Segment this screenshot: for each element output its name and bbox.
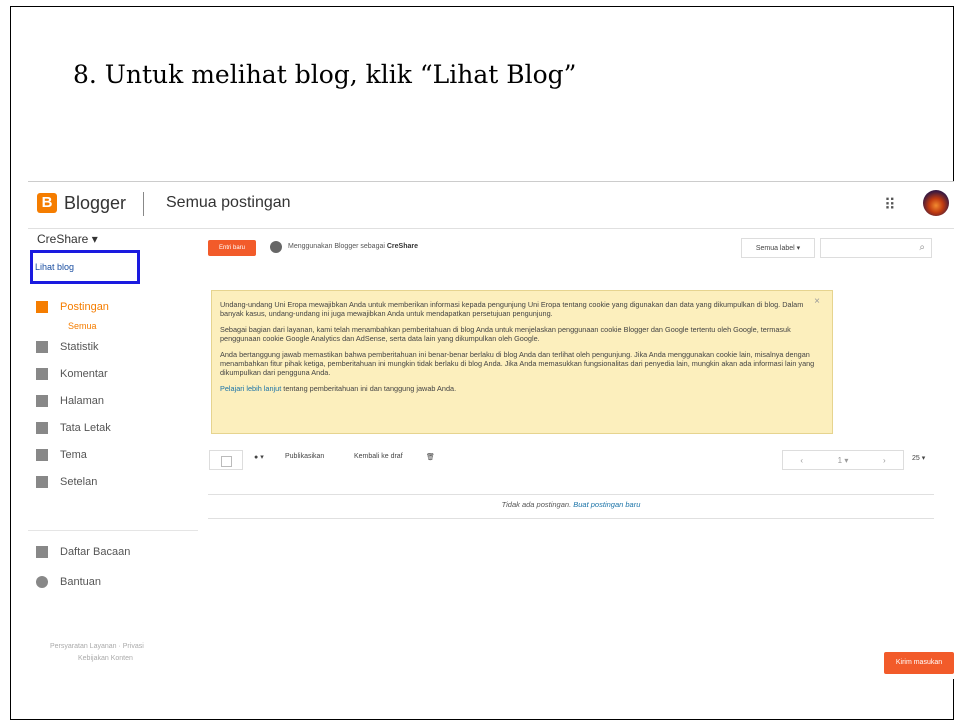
blogger-screenshot: B Blogger Semua postingan ⠿ CreShare ▾ L…	[28, 181, 954, 679]
footer-content-policy[interactable]: Kebijakan Konten	[50, 653, 144, 665]
avatar[interactable]	[923, 190, 949, 216]
sidebar: CreShare ▾ Lihat blog Postingan Semua St…	[28, 228, 198, 679]
cookie-notice: × Undang-undang Uni Eropa mewajibkan And…	[211, 290, 833, 434]
post-toolbar: ● ▾ Publikasikan Kembali ke draf 🗑 ‹ 1 ▾…	[208, 449, 934, 475]
send-feedback-button[interactable]: Kirim masukan	[884, 652, 954, 674]
slide-frame: 8. Untuk melihat blog, klik “Lihat Blog”…	[10, 6, 954, 720]
using-as-text: Menggunakan Blogger sebagai CreShare	[288, 243, 418, 250]
revert-to-draft-button[interactable]: Kembali ke draf	[354, 453, 403, 460]
footer-links: Persyaratan Layanan · Privasi Kebijakan …	[50, 641, 144, 665]
publish-button[interactable]: Publikasikan	[285, 453, 324, 460]
sidebar-item-pages[interactable]: Halaman	[36, 395, 104, 407]
label-filter-dropdown[interactable]: Semua label ▾	[741, 238, 815, 258]
learn-more-link[interactable]: Pelajari lebih lanjut	[220, 384, 281, 393]
empty-state: Tidak ada postingan. Buat postingan baru	[501, 500, 641, 509]
highlight-box	[30, 250, 140, 284]
sidebar-item-stats[interactable]: Statistik	[36, 341, 99, 353]
notice-paragraph-4: Pelajari lebih lanjut tentang pemberitah…	[220, 384, 457, 393]
sidebar-item-theme[interactable]: Tema	[36, 449, 87, 461]
posts-icon	[36, 301, 48, 313]
divider	[208, 494, 934, 495]
comments-icon	[36, 368, 48, 380]
page-selector[interactable]: 1 ▾	[838, 456, 849, 465]
sidebar-item-settings[interactable]: Setelan	[36, 476, 97, 488]
new-post-button[interactable]: Entri baru	[208, 240, 256, 256]
sidebar-item-comments[interactable]: Komentar	[36, 368, 108, 380]
divider	[208, 518, 934, 519]
pagination: ‹ 1 ▾ ›	[782, 450, 904, 470]
page-title: Semua postingan	[166, 194, 291, 211]
per-page-dropdown[interactable]: 25 ▾	[912, 454, 925, 462]
trash-icon[interactable]: 🗑	[426, 453, 435, 461]
pages-icon	[36, 395, 48, 407]
sidebar-item-posts[interactable]: Postingan	[36, 301, 109, 313]
user-avatar	[270, 241, 282, 253]
next-page-button[interactable]: ›	[883, 456, 886, 465]
sidebar-subitem-all[interactable]: Semua	[68, 321, 97, 331]
help-icon	[36, 576, 48, 588]
close-icon[interactable]: ×	[814, 297, 820, 307]
apps-grid-icon[interactable]: ⠿	[884, 195, 896, 215]
main-content: Entri baru Menggunakan Blogger sebagai C…	[208, 228, 954, 679]
sidebar-item-reading-list[interactable]: Daftar Bacaan	[36, 546, 130, 558]
search-input[interactable]: ⌕	[820, 238, 932, 258]
notice-paragraph-3: Anda bertanggung jawab memastikan bahwa …	[220, 350, 815, 377]
select-all-checkbox[interactable]	[209, 450, 243, 470]
search-icon: ⌕	[919, 242, 925, 253]
create-post-link[interactable]: Buat postingan baru	[573, 500, 640, 509]
top-bar: B Blogger Semua postingan ⠿	[28, 182, 954, 229]
notice-paragraph-1: Undang-undang Uni Eropa mewajibkan Anda …	[220, 300, 804, 318]
brand-name[interactable]: Blogger	[64, 193, 126, 214]
reading-list-icon	[36, 546, 48, 558]
blogger-logo-icon[interactable]: B	[37, 193, 57, 213]
blog-selector[interactable]: CreShare ▾	[37, 232, 98, 246]
footer-terms-privacy[interactable]: Persyaratan Layanan · Privasi	[50, 641, 144, 653]
sidebar-item-layout[interactable]: Tata Letak	[36, 422, 111, 434]
layout-icon	[36, 422, 48, 434]
settings-icon	[36, 476, 48, 488]
theme-icon	[36, 449, 48, 461]
notice-paragraph-2: Sebagai bagian dari layanan, kami telah …	[220, 325, 791, 343]
tag-icon: ●	[254, 454, 259, 461]
sidebar-divider	[28, 530, 198, 531]
sidebar-item-help[interactable]: Bantuan	[36, 576, 101, 588]
slide-title: 8. Untuk melihat blog, klik “Lihat Blog”	[73, 60, 577, 89]
label-menu-button[interactable]: ● ▾	[254, 453, 264, 461]
prev-page-button[interactable]: ‹	[800, 456, 803, 465]
stats-icon	[36, 341, 48, 353]
divider	[143, 192, 144, 216]
